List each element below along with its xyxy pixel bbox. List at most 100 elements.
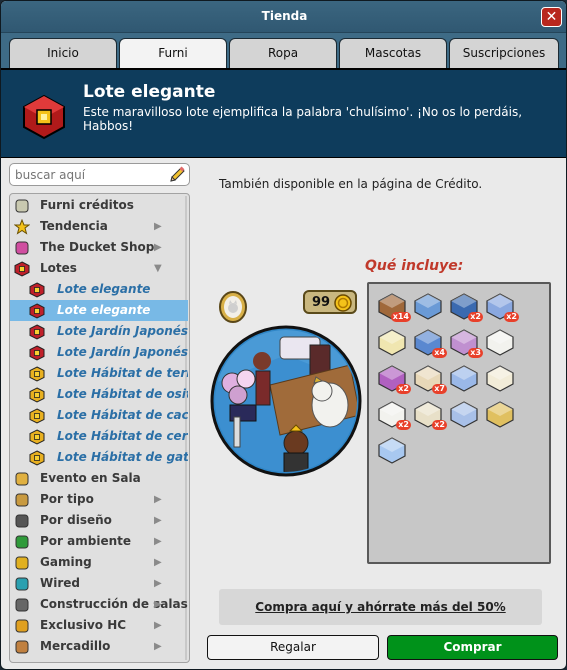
chevron-right-icon[interactable]: ▶ xyxy=(154,573,162,594)
gift-button[interactable]: Regalar xyxy=(207,635,379,660)
star-icon xyxy=(14,219,30,235)
chevron-right-icon[interactable]: ▶ xyxy=(154,615,162,636)
sidebar-item[interactable]: Lote elegante xyxy=(10,300,188,321)
sidebar-item-label: Por ambiente xyxy=(40,534,131,548)
sidebar-item[interactable]: Mercadillo ▶ xyxy=(10,636,188,657)
tab-suscripciones[interactable]: Suscripciones xyxy=(449,38,559,68)
sidebar-item-label: The Ducket Shop xyxy=(40,240,155,254)
bundle-items-grid: x14 x2 x2 x4 x3 x2 x7 x2 x2 xyxy=(367,282,551,564)
bundle-item[interactable] xyxy=(483,324,517,358)
sidebar-item[interactable]: Lote Hábitat de cachorros xyxy=(10,405,188,426)
bundle-item[interactable] xyxy=(447,360,481,394)
sidebar-item[interactable]: Por diseño ▶ xyxy=(10,510,188,531)
sidebar-item-label: Construcción de salas xyxy=(40,597,188,611)
price-value: 99 xyxy=(312,295,331,310)
chevron-right-icon[interactable]: ▶ xyxy=(154,636,162,657)
chevron-right-icon[interactable]: ▶ xyxy=(154,594,162,615)
category-list[interactable]: Furni créditos Tendencia ▶ The Ducket Shop ▶… xyxy=(9,193,190,663)
bundle-cube-icon xyxy=(29,324,45,340)
sidebar-item[interactable]: Por tipo ▶ xyxy=(10,489,188,510)
item-quantity-badge: x2 xyxy=(396,384,411,394)
bundle-cube-icon xyxy=(14,261,30,277)
bundle-item[interactable]: x2 xyxy=(411,396,447,430)
bundle-item[interactable]: x14 xyxy=(375,288,411,322)
chevron-right-icon[interactable]: ▶ xyxy=(154,216,162,237)
event-box-icon xyxy=(15,472,29,486)
sidebar-item[interactable]: Lote Hábitat de terriers xyxy=(10,363,188,384)
sidebar-item-label: Wired xyxy=(40,576,80,590)
bathtub-icon xyxy=(378,437,406,464)
sidebar-item[interactable]: Gaming ▶ xyxy=(10,552,188,573)
sidebar-item[interactable]: Lote Hábitat de gatitos xyxy=(10,447,188,468)
credit-coin-icon xyxy=(334,294,352,312)
bundle-item[interactable]: x2 xyxy=(483,288,519,322)
title-bar[interactable]: Tienda ✕ xyxy=(1,1,566,33)
sidebar-item[interactable]: Evento en Sala xyxy=(10,468,188,489)
sidebar-item-label: Lote elegante xyxy=(57,282,151,296)
tab-bar: Inicio Furni Ropa Mascotas Suscripciones xyxy=(1,33,566,69)
sidebar-item[interactable]: Por ambiente ▶ xyxy=(10,531,188,552)
chandelier-icon xyxy=(486,401,514,428)
pencil-icon[interactable] xyxy=(168,166,186,184)
chevron-right-icon[interactable]: ▶ xyxy=(154,489,162,510)
sidebar-item[interactable]: Lote Jardín Japonés xyxy=(10,321,188,342)
bundle-item[interactable] xyxy=(447,396,481,430)
catalog-window: Tienda ✕ Inicio Furni Ropa Mascotas Susc… xyxy=(0,0,567,670)
bundle-item[interactable] xyxy=(375,432,409,466)
bundle-item[interactable]: x2 xyxy=(375,360,411,394)
item-quantity-badge: x7 xyxy=(432,384,447,394)
item-quantity-badge: x2 xyxy=(432,420,447,430)
sidebar-item[interactable]: Lote Hábitat de osito polar xyxy=(10,384,188,405)
bundle-item[interactable]: x4 xyxy=(411,324,447,358)
chevron-right-icon[interactable]: ▶ xyxy=(154,510,162,531)
sidebar-item[interactable]: Lote elegante xyxy=(10,279,188,300)
sidebar-item-label: Lotes xyxy=(40,261,77,275)
sidebar-item-label: Lote Jardín Japonés xyxy=(57,324,188,338)
bundle-gold-icon xyxy=(29,429,45,445)
chevron-right-icon[interactable]: ▶ xyxy=(154,552,162,573)
bundle-gold-icon xyxy=(29,450,45,466)
chevron-down-icon[interactable]: ▼ xyxy=(154,258,162,279)
chevron-right-icon[interactable]: ▶ xyxy=(154,237,162,258)
bundle-item[interactable] xyxy=(375,324,409,358)
sidebar-item[interactable]: Lotes ▼ xyxy=(10,258,188,279)
chevron-right-icon[interactable]: ▶ xyxy=(154,531,162,552)
room-preview-image xyxy=(210,325,362,477)
sidebar-item[interactable]: Construcción de salas ▶ xyxy=(10,594,188,615)
tab-mascotas[interactable]: Mascotas xyxy=(339,38,447,68)
bundle-cube-icon xyxy=(23,94,65,140)
page-header: Lote elegante Este maravilloso lote ejem… xyxy=(1,68,566,158)
close-button[interactable]: ✕ xyxy=(541,7,562,27)
sidebar-item[interactable]: Tendencia ▶ xyxy=(10,216,188,237)
window-title: Tienda xyxy=(261,9,308,23)
sidebar-item[interactable]: Lote Hábitat de cerditos xyxy=(10,426,188,447)
sidebar-item[interactable]: The Ducket Shop ▶ xyxy=(10,237,188,258)
tab-ropa[interactable]: Ropa xyxy=(229,38,337,68)
tab-inicio[interactable]: Inicio xyxy=(9,38,117,68)
sidebar-item-label: Exclusivo HC xyxy=(40,618,127,632)
buy-button[interactable]: Comprar xyxy=(387,635,558,660)
sidebar-item[interactable]: Wired ▶ xyxy=(10,573,188,594)
bundle-item[interactable]: x2 xyxy=(375,396,411,430)
sofa-icon xyxy=(450,365,478,392)
bundle-item[interactable] xyxy=(483,396,517,430)
sidebar-item[interactable]: Lote Jardín Japonés xyxy=(10,342,188,363)
search-box[interactable] xyxy=(9,163,190,186)
bundle-item[interactable]: x7 xyxy=(411,360,447,394)
bundle-item[interactable] xyxy=(411,288,445,322)
offer-link[interactable]: Compra aquí y ahórrate más del 50% xyxy=(255,600,505,614)
bundle-item[interactable] xyxy=(483,360,517,394)
bundle-item[interactable]: x3 xyxy=(447,324,483,358)
sidebar-item-label: Mercadillo xyxy=(40,639,111,653)
item-quantity-badge: x14 xyxy=(390,312,411,322)
offer-banner: Compra aquí y ahórrate más del 50% xyxy=(219,589,542,625)
item-quantity-badge: x3 xyxy=(468,348,483,358)
sidebar-item[interactable]: Exclusivo HC ▶ xyxy=(10,615,188,636)
page-title: Lote elegante xyxy=(83,82,216,102)
item-quantity-badge: x2 xyxy=(504,312,519,322)
bundle-cube-icon xyxy=(29,303,45,319)
search-input[interactable] xyxy=(15,167,165,183)
bundle-item[interactable]: x2 xyxy=(447,288,483,322)
sidebar-item[interactable]: Furni créditos xyxy=(10,195,188,216)
tab-furni[interactable]: Furni xyxy=(119,38,227,69)
